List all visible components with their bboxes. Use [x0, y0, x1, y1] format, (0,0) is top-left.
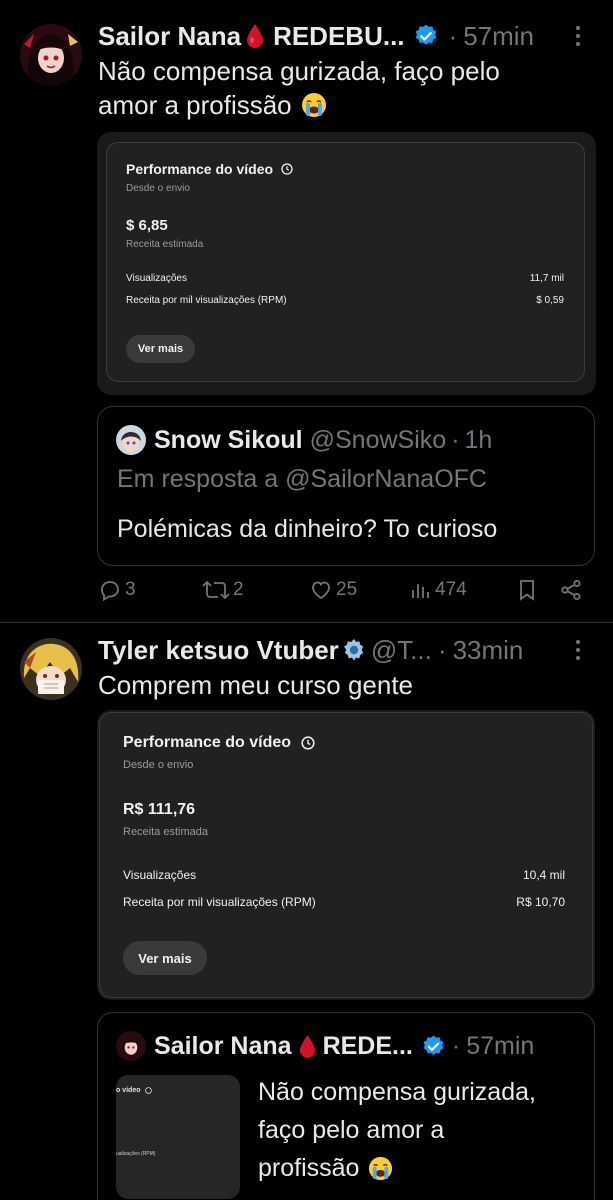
- blood-drop-icon: [245, 23, 265, 49]
- separator-dot: ·: [448, 20, 458, 51]
- tweet1-text-line2: amor a profissão: [98, 90, 292, 120]
- tweet2-header: Tyler ketsuo Vtuber @T... · 33min: [98, 634, 523, 666]
- clock-icon: [144, 1087, 152, 1094]
- quote2-text-line1: Não compensa gurizada,: [258, 1078, 536, 1106]
- separator-dot: ·: [451, 425, 460, 454]
- quote2-header: Sailor Nana REDE... · 57min: [116, 1031, 534, 1061]
- timeline: Sailor Nana REDEBU... · 57min Não compen…: [0, 0, 613, 1200]
- like-icon: [312, 581, 330, 600]
- quote1-time[interactable]: 1h: [465, 426, 493, 455]
- tweet1-text-line1: Não compensa gurizada, faço pelo: [98, 56, 500, 86]
- tweet1-author-name[interactable]: Sailor Nana: [98, 21, 241, 52]
- performance-title: Performance do vídeo: [126, 161, 274, 177]
- tweet1-time[interactable]: 57min: [463, 21, 534, 52]
- ver-mais-button[interactable]: Ver mais: [126, 335, 195, 363]
- views-label: Visualizações: [123, 868, 197, 882]
- tweet2-author-handle[interactable]: @T...: [371, 635, 432, 666]
- views-value: 11,7 mil: [529, 273, 564, 284]
- performance-subtitle: Desde o envio: [126, 183, 190, 194]
- repost-icon: [202, 580, 230, 600]
- like-count: 25: [336, 579, 358, 600]
- clock-icon: [281, 163, 293, 175]
- quote1-text: Polémicas da dinheiro? To curioso: [117, 515, 498, 543]
- tweet2-media-card[interactable]: Performance do vídeo Desde o envio R$ 11…: [97, 710, 595, 1000]
- views-button[interactable]: 474: [410, 578, 467, 602]
- gear-icon: [341, 637, 367, 663]
- tweet1-action-bar: 3 2 25 474: [98, 578, 598, 612]
- like-button[interactable]: 25: [309, 578, 357, 602]
- verified-badge-icon: [421, 1034, 446, 1059]
- revenue-label: Receita estimada: [126, 239, 204, 250]
- rpm-label: Receita por mil visualizações (RPM): [126, 295, 287, 306]
- thumb-title: o vídeo: [116, 1087, 152, 1094]
- tweet1-text-line2-wrap: amor a profissão: [98, 88, 500, 122]
- more-icon[interactable]: [573, 24, 583, 52]
- performance-title: Performance do vídeo: [123, 734, 292, 751]
- quote1-author-handle[interactable]: @SnowSiko: [310, 426, 447, 455]
- tweet2-author-name[interactable]: Tyler ketsuo Vtuber: [98, 635, 339, 666]
- quote1-reply-to[interactable]: Em resposta a @SailorNanaOFC: [117, 465, 487, 494]
- quote2-text-line3-wrap: profissão: [258, 1149, 536, 1187]
- tweet1-media-card[interactable]: Performance do vídeo Desde o envio $ 6,8…: [97, 132, 596, 395]
- tweet2-quote-card[interactable]: Sailor Nana REDE... · 57min o vídeo uali…: [97, 1012, 595, 1200]
- tweet1-text: Não compensa gurizada, faço pelo amor a …: [98, 54, 500, 122]
- separator-dot: ·: [437, 634, 447, 665]
- avatar-snow-sikoul: [116, 425, 146, 455]
- rpm-value: $ 0,59: [536, 295, 564, 306]
- tweet1-header: Sailor Nana REDEBU... · 57min: [98, 20, 534, 52]
- bookmark-icon: [520, 580, 534, 601]
- analytics-panel: Performance do vídeo Desde o envio $ 6,8…: [106, 142, 585, 382]
- performance-title-wrap: Performance do vídeo: [126, 161, 293, 177]
- quote2-text-line3: profissão: [258, 1154, 360, 1182]
- reply-count: 3: [125, 579, 136, 600]
- bookmark-button[interactable]: [516, 578, 541, 602]
- crying-face-icon: [367, 1155, 394, 1182]
- crying-face-icon: [300, 91, 328, 119]
- more-icon[interactable]: [573, 638, 583, 666]
- revenue-value: R$ 111,76: [123, 801, 196, 818]
- reply-icon: [101, 581, 119, 602]
- repost-count: 2: [233, 579, 244, 600]
- ver-mais-button[interactable]: Ver mais: [123, 941, 207, 975]
- quote2-text: Não compensa gurizada, faço pelo amor a …: [258, 1073, 536, 1187]
- tweet2-time[interactable]: 33min: [453, 635, 524, 666]
- tweet2-text: Comprem meu curso gente: [98, 670, 414, 700]
- quote2-media-thumbnail[interactable]: o vídeo ualizações (RPM): [116, 1075, 240, 1199]
- separator-dot: ·: [451, 1031, 461, 1060]
- avatar-sailor-nana[interactable]: [20, 24, 82, 86]
- revenue-label: Receita estimada: [123, 826, 208, 838]
- verified-badge-icon: [413, 23, 439, 49]
- views-icon: [412, 584, 429, 598]
- share-icon: [561, 579, 581, 601]
- avatar-sailor-nana-small: [116, 1031, 146, 1061]
- reply-button[interactable]: 3: [98, 578, 136, 602]
- rpm-value: R$ 10,70: [516, 895, 565, 909]
- share-button[interactable]: [559, 578, 586, 602]
- avatar-tyler-ketsuo[interactable]: [20, 638, 82, 700]
- performance-title-wrap: Performance do vídeo: [123, 734, 315, 752]
- blood-drop-icon: [298, 1034, 317, 1059]
- thumb-title-text: o vídeo: [116, 1087, 141, 1094]
- quote1-header: Snow Sikoul @SnowSiko · 1h: [116, 425, 492, 455]
- quote2-author-name[interactable]: Sailor Nana: [154, 1032, 292, 1061]
- quote2-text-line2: faço pelo amor a: [258, 1116, 445, 1144]
- views-value: 10,4 mil: [522, 868, 565, 882]
- views-label: Visualizações: [126, 273, 187, 284]
- tweet1-quote-card[interactable]: Snow Sikoul @SnowSiko · 1h Em resposta a…: [97, 406, 595, 566]
- tweet1-author-name-suffix[interactable]: REDEBU...: [273, 21, 404, 52]
- quote2-author-name-suffix[interactable]: REDE...: [323, 1032, 413, 1061]
- rpm-label: Receita por mil visualizações (RPM): [123, 895, 316, 909]
- repost-button[interactable]: 2: [202, 578, 244, 602]
- performance-subtitle: Desde o envio: [123, 759, 194, 771]
- revenue-value: $ 6,85: [126, 217, 168, 234]
- analytics-panel: Performance do vídeo Desde o envio R$ 11…: [99, 712, 593, 998]
- views-count: 474: [435, 579, 467, 600]
- thumb-label: ualizações (RPM): [116, 1151, 156, 1157]
- clock-icon: [301, 736, 315, 750]
- quote2-time[interactable]: 57min: [466, 1032, 534, 1061]
- quote1-author-name[interactable]: Snow Sikoul: [154, 426, 303, 455]
- tweet-divider: [0, 622, 613, 623]
